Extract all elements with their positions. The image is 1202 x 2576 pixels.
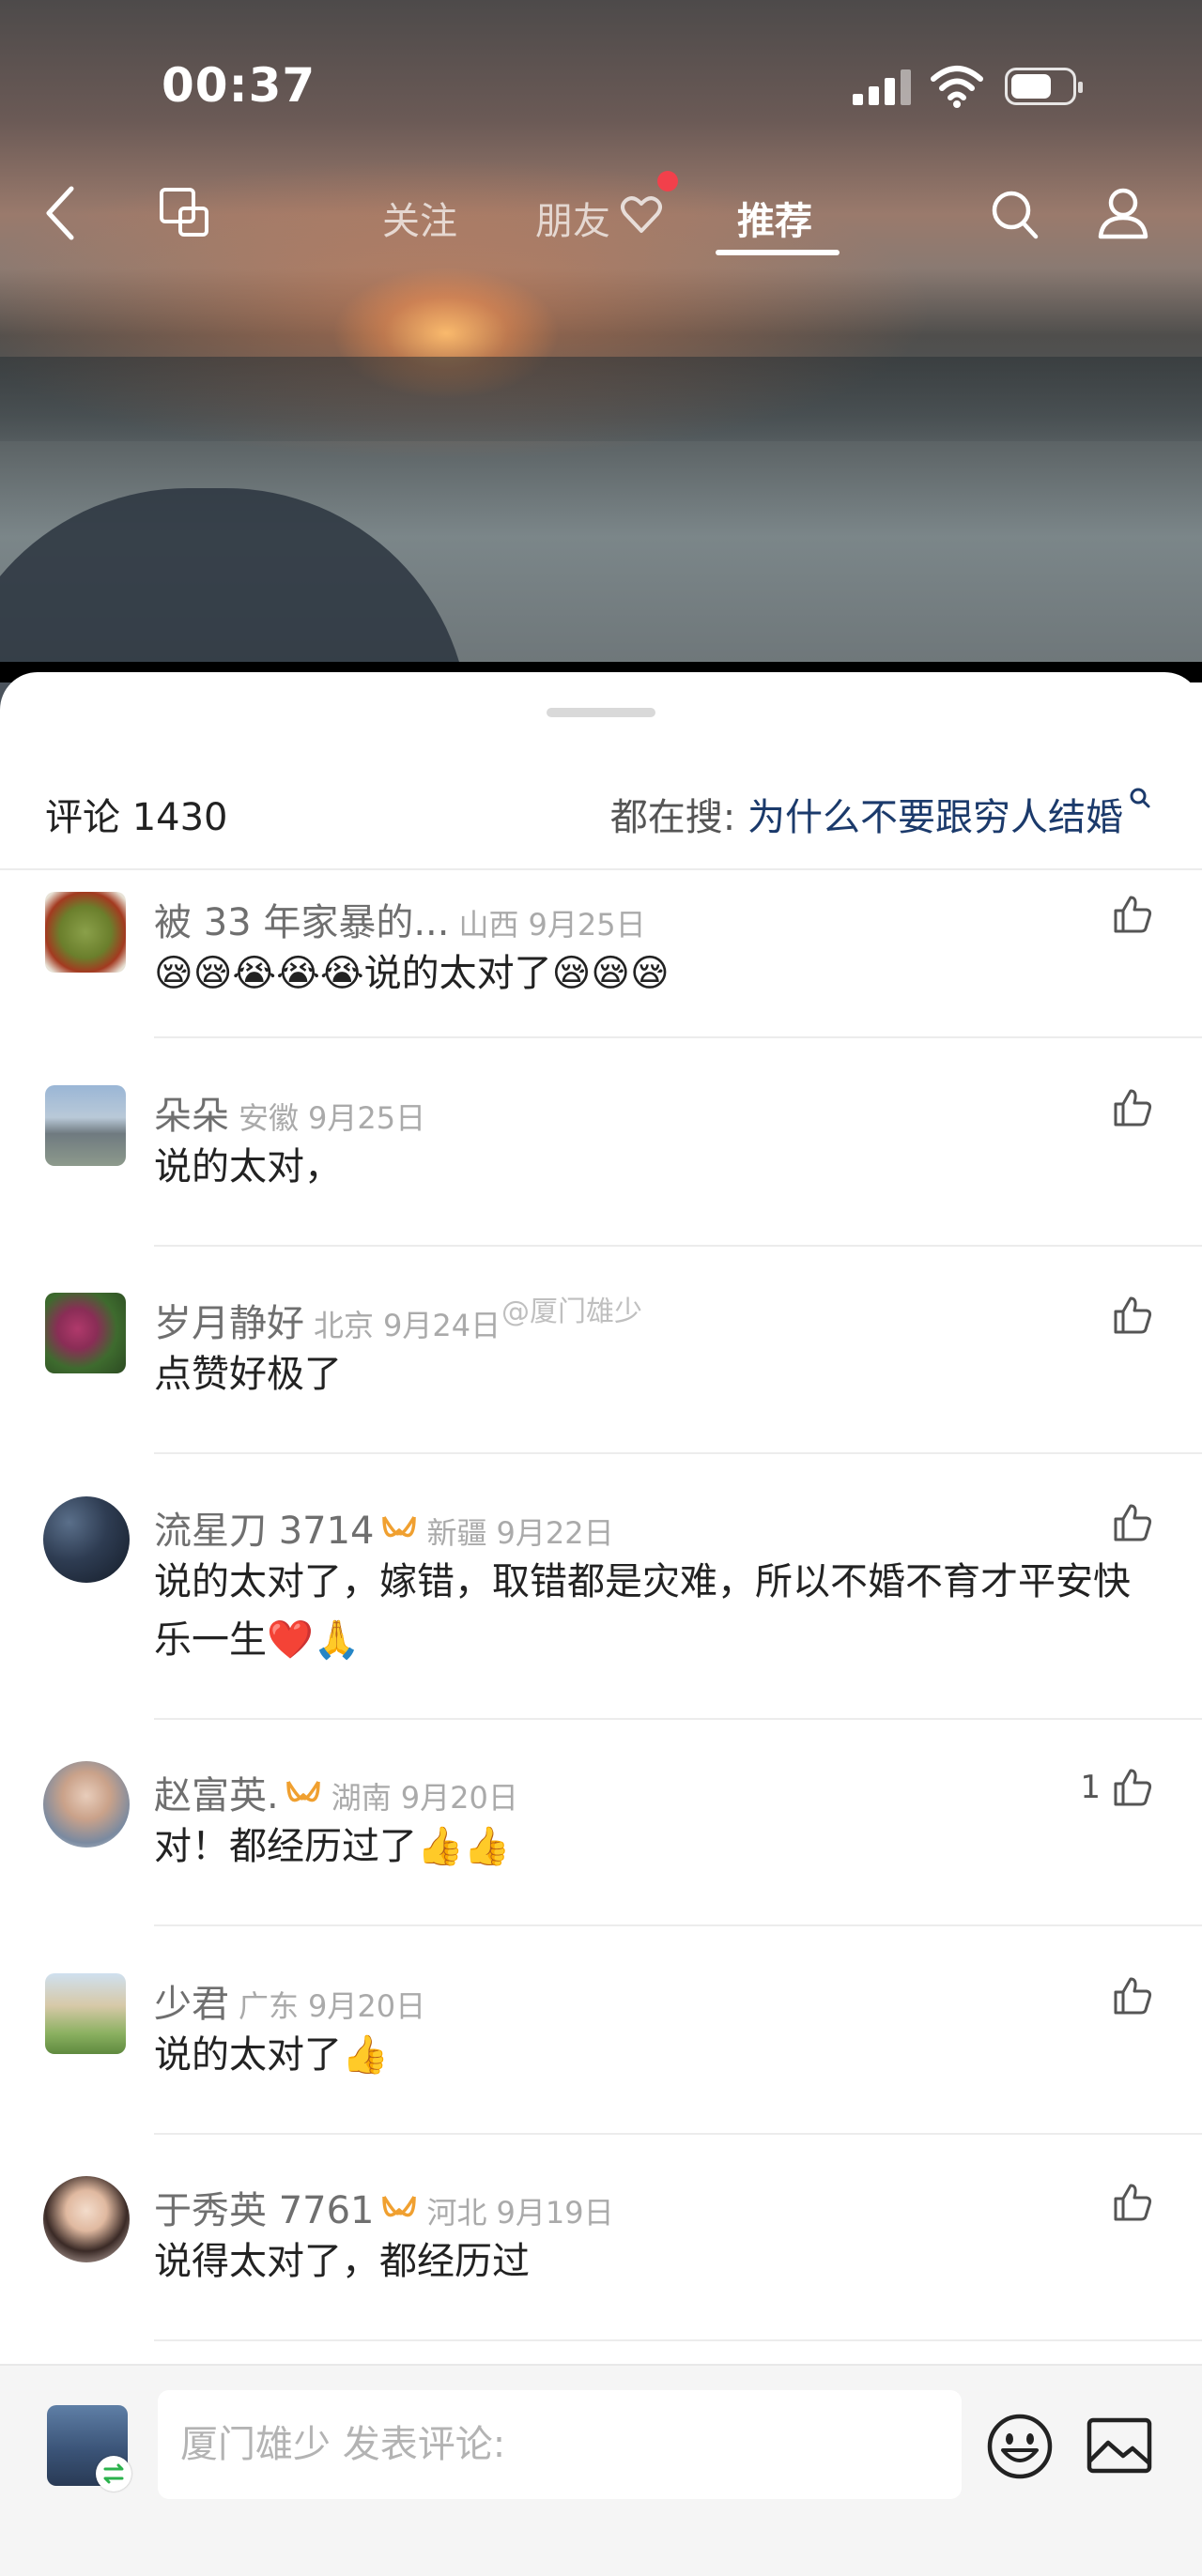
comment-divider xyxy=(154,1718,1202,1720)
switch-icon[interactable] xyxy=(96,2456,131,2492)
like-count: 1 xyxy=(1080,1769,1101,1806)
comment-date: 9月20日 xyxy=(400,1780,518,1816)
comment-divider xyxy=(154,2339,1202,2341)
comment-region: 北京 xyxy=(314,1308,375,1343)
status-time: 00:37 xyxy=(162,58,316,113)
comment-text: 说得太对了，都经历过 xyxy=(154,2240,530,2283)
thumbs-up-icon[interactable] xyxy=(1112,894,1153,935)
thumbs-up-icon[interactable] xyxy=(1112,2182,1153,2223)
comment-input-bar xyxy=(0,2364,1202,2576)
comment-date: 9月20日 xyxy=(308,1988,426,2024)
image-icon[interactable] xyxy=(1086,2416,1153,2475)
wifi-icon xyxy=(931,66,983,108)
comment-count: 评论 1430 xyxy=(45,796,228,839)
comment-date: 9月24日 xyxy=(383,1308,501,1343)
notification-dot xyxy=(657,171,678,192)
comment-text: 说的太对了，嫁错，取错都是灾难，所以不婚不育才平安快乐一生❤️🙏 xyxy=(154,1560,1131,1662)
heart-icon xyxy=(621,196,662,233)
comment-author[interactable]: 流星刀 3714 xyxy=(154,1510,375,1553)
comment-author[interactable]: 赵富英. xyxy=(154,1774,279,1817)
multi-window-icon[interactable] xyxy=(158,186,212,240)
comment-author[interactable]: 少君 xyxy=(154,1983,229,2026)
comment-author-line: 朵朵 安徽 9月25日 xyxy=(154,1085,425,1140)
comment-divider xyxy=(154,2133,1202,2135)
comment-date: 9月25日 xyxy=(308,1100,426,1136)
video-hills xyxy=(0,357,1202,441)
sheet-drag-handle[interactable] xyxy=(547,708,655,717)
comment-author[interactable]: 朵朵 xyxy=(154,1095,229,1138)
avatar[interactable] xyxy=(45,1293,126,1373)
avatar[interactable] xyxy=(43,1496,130,1583)
comment-divider xyxy=(154,1452,1202,1454)
tab-friends[interactable]: 朋友 xyxy=(535,191,610,245)
comment-text: 说的太对， xyxy=(154,1145,342,1188)
comment-region: 安徽 xyxy=(239,1100,300,1136)
avatar[interactable] xyxy=(45,1085,126,1166)
comment-author[interactable]: 岁月静好 xyxy=(154,1302,304,1345)
comments-header: 评论 1430 都在搜: 为什么不要跟穷人结婚 xyxy=(0,766,1202,869)
thumbs-up-icon[interactable] xyxy=(1112,1087,1153,1128)
user-icon[interactable] xyxy=(1097,186,1149,240)
tab-follow[interactable]: 关注 xyxy=(382,191,457,245)
thumbs-up-icon[interactable] xyxy=(1112,1502,1153,1543)
avatar[interactable] xyxy=(43,2176,130,2262)
hot-search-prefix: 都在搜: xyxy=(609,796,747,839)
active-tab-indicator xyxy=(716,250,840,255)
vip-badge-icon xyxy=(285,1781,320,1802)
comment-divider xyxy=(154,1245,1202,1247)
magnifier-icon xyxy=(1130,788,1150,808)
battery-icon xyxy=(1005,68,1083,105)
comment-region: 广东 xyxy=(239,1988,300,2024)
signal-icon xyxy=(853,68,913,105)
thumbs-up-icon[interactable] xyxy=(1112,1975,1153,2016)
comment-input[interactable] xyxy=(158,2390,962,2499)
back-icon[interactable] xyxy=(39,183,81,243)
comment-text: 点赞好极了 xyxy=(154,1353,342,1396)
comment-region: 湖南 xyxy=(331,1780,392,1816)
comment-text: 😪😪😭😭😭说的太对了😪😪😪 xyxy=(154,952,670,995)
thumbs-up-icon[interactable] xyxy=(1112,1767,1153,1808)
comment-author-line: 少君 广东 9月20日 xyxy=(154,1973,425,2028)
vip-badge-icon xyxy=(381,2196,416,2217)
comment-region: 新疆 xyxy=(426,1515,487,1551)
comment-author-line: 于秀英 7761 河北 9月19日 xyxy=(154,2180,614,2234)
comment-region: 河北 xyxy=(426,2195,487,2231)
avatar[interactable] xyxy=(45,892,126,973)
comment-divider xyxy=(154,1924,1202,1926)
header-divider xyxy=(0,868,1202,870)
search-icon[interactable] xyxy=(991,188,1040,240)
comment-author-line: 岁月静好 北京 9月24日 xyxy=(154,1293,501,1347)
comment-date: 9月25日 xyxy=(528,907,646,943)
comment-author-line: 被 33 年家暴的... 山西 9月25日 xyxy=(154,892,646,946)
comment-author[interactable]: 被 33 年家暴的... xyxy=(154,901,449,944)
vip-badge-icon xyxy=(381,1516,416,1538)
comment-date: 9月22日 xyxy=(496,1515,614,1551)
comment-region: 山西 xyxy=(458,907,519,943)
watermark: @厦门雄少 xyxy=(501,1296,642,1328)
comment-author-line: 流星刀 3714 新疆 9月22日 xyxy=(154,1500,614,1555)
hot-search[interactable]: 都在搜: 为什么不要跟穷人结婚 xyxy=(610,787,1153,841)
comment-author-line: 赵富英. 湖南 9月20日 xyxy=(154,1765,518,1819)
comment-text: 对！都经历过了👍👍 xyxy=(154,1825,511,1868)
avatar[interactable] xyxy=(43,1761,130,1848)
emoji-icon[interactable] xyxy=(986,2413,1054,2480)
thumbs-up-icon[interactable] xyxy=(1112,1295,1153,1336)
avatar[interactable] xyxy=(45,1973,126,2054)
tab-recommend[interactable]: 推荐 xyxy=(737,191,812,245)
comment-sheet: 评论 1430 都在搜: 为什么不要跟穷人结婚 被 33 年家暴的... 山西 9月… xyxy=(0,672,1202,2574)
comment-date: 9月19日 xyxy=(496,2195,614,2231)
comment-author[interactable]: 于秀英 7761 xyxy=(154,2189,375,2232)
comment-divider xyxy=(154,1036,1202,1038)
hot-search-query[interactable]: 为什么不要跟穷人结婚 xyxy=(747,796,1123,839)
comment-text: 说的太对了👍 xyxy=(154,2033,389,2077)
